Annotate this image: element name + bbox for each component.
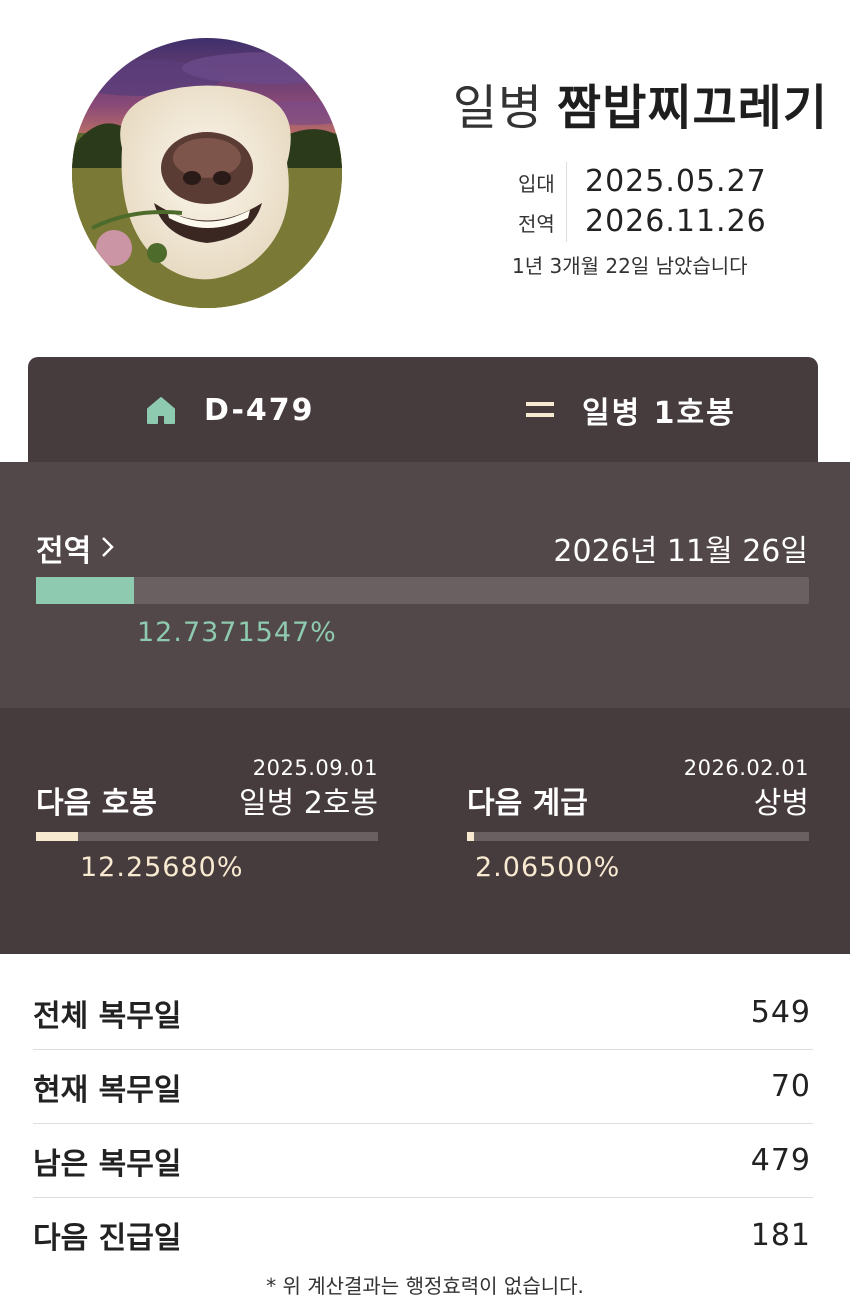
rank-text: 일병 <box>452 80 544 136</box>
next-rank-progress-bar <box>467 832 809 841</box>
next-rank-section: 2026.02.01 다음 계급 상병 2.06500% <box>467 708 809 954</box>
rank-step-text: 일병 1호봉 <box>582 396 736 431</box>
stat-value: 479 <box>750 1143 811 1178</box>
next-rank-title: 다음 계급 <box>467 786 588 821</box>
stat-value: 70 <box>770 1069 811 1104</box>
stat-label: 다음 진급일 <box>33 1221 182 1256</box>
dday-tab[interactable]: D-479 <box>146 357 315 463</box>
stat-value: 181 <box>750 1217 811 1253</box>
smiling-dog-photo-icon <box>72 38 342 308</box>
discharge-label: 전역 <box>518 211 555 236</box>
stat-row-next-promotion: 다음 진급일 181 <box>33 1198 813 1272</box>
next-step-date: 2025.09.01 <box>252 756 378 780</box>
discharge-progress-bar <box>36 577 809 604</box>
next-step-target: 일병 2호봉 <box>238 786 378 821</box>
enlist-date: 2025.05.27 <box>566 162 767 202</box>
avatar[interactable] <box>72 38 342 308</box>
next-step-title: 다음 호봉 <box>36 786 157 821</box>
equals-icon <box>526 400 554 420</box>
stat-label: 현재 복무일 <box>33 1072 182 1108</box>
discharge-percent: 12.7371547% <box>137 617 337 648</box>
stat-row-current: 현재 복무일 70 <box>33 1050 813 1124</box>
stat-label: 전체 복무일 <box>33 998 182 1034</box>
next-step-percent: 12.25680% <box>80 852 244 883</box>
service-dates: 입대 2025.05.27 전역 2026.11.26 <box>510 162 767 242</box>
next-rank-target: 상병 <box>753 786 809 821</box>
discharge-progress-fill <box>36 577 135 604</box>
home-icon <box>146 396 176 424</box>
discharge-link[interactable]: 전역 <box>36 526 115 570</box>
discharge-progress-panel: 전역 2026년 11월 26일 12.7371547% <box>0 462 850 708</box>
next-rank-date: 2026.02.01 <box>683 756 809 780</box>
remaining-time-text: 1년 3개월 22일 남았습니다 <box>512 254 748 278</box>
disclaimer-note: * 위 계산결과는 행정효력이 없습니다. <box>266 1274 584 1298</box>
summary-tab-bar: D-479 일병 1호봉 <box>28 357 818 463</box>
next-step-progress-bar <box>36 832 378 841</box>
next-rank-progress-fill <box>467 832 475 841</box>
discharge-row: 전역 2026.11.26 <box>510 202 767 242</box>
discharge-title: 전역 <box>36 534 92 569</box>
stat-row-remaining: 남은 복무일 479 <box>33 1124 813 1198</box>
next-rank-percent: 2.06500% <box>475 852 621 883</box>
next-progress-panel: 2025.09.01 다음 호봉 일병 2호봉 12.25680% 2026.0… <box>0 708 850 954</box>
nickname-text: 짬밥찌끄레기 <box>557 80 828 136</box>
dday-text: D-479 <box>204 392 315 428</box>
enlist-label: 입대 <box>518 171 555 196</box>
chevron-right-icon <box>101 531 115 566</box>
next-step-progress-fill <box>36 832 78 841</box>
discharge-date: 2026.11.26 <box>566 202 767 242</box>
stat-label: 남은 복무일 <box>33 1146 182 1182</box>
service-stats-list: 전체 복무일 549 현재 복무일 70 남은 복무일 479 다음 진급일 1… <box>33 976 813 1272</box>
stat-row-total: 전체 복무일 549 <box>33 976 813 1050</box>
rank-step-tab[interactable]: 일병 1호봉 <box>526 357 736 463</box>
discharge-date-text: 2026년 11월 26일 <box>553 534 808 569</box>
user-name: 일병 짬밥찌끄레기 <box>453 68 828 138</box>
stat-value: 549 <box>750 995 811 1030</box>
next-step-section: 2025.09.01 다음 호봉 일병 2호봉 12.25680% <box>36 708 378 954</box>
enlist-row: 입대 2025.05.27 <box>510 162 767 202</box>
